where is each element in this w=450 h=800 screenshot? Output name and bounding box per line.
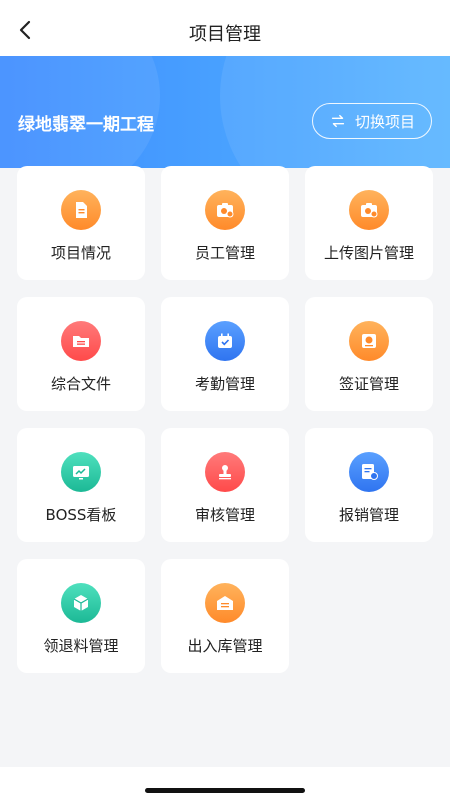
menu-item-visa[interactable]: 签证管理 bbox=[305, 297, 433, 411]
invoice-icon bbox=[349, 452, 389, 492]
seal-icon bbox=[349, 321, 389, 361]
dashboard-icon bbox=[61, 452, 101, 492]
camera-icon bbox=[349, 190, 389, 230]
project-name: 绿地翡翠一期工程 bbox=[18, 115, 154, 135]
menu-item-label: 上传图片管理 bbox=[323, 244, 414, 262]
menu-item-warehouse[interactable]: 出入库管理 bbox=[161, 559, 289, 673]
camera-icon bbox=[205, 190, 245, 230]
menu-item-label: 员工管理 bbox=[194, 244, 255, 262]
warehouse-icon bbox=[205, 583, 245, 623]
swap-icon bbox=[331, 114, 345, 128]
home-indicator[interactable] bbox=[145, 788, 305, 793]
bottom-area bbox=[0, 767, 450, 800]
top-bar: 项目管理 bbox=[0, 0, 450, 56]
menu-item-label: 综合文件 bbox=[50, 375, 111, 393]
stamp-icon bbox=[205, 452, 245, 492]
menu-item-attendance[interactable]: 考勤管理 bbox=[161, 297, 289, 411]
box-icon bbox=[61, 583, 101, 623]
menu-item-general-files[interactable]: 综合文件 bbox=[17, 297, 145, 411]
switch-project-label: 切换项目 bbox=[354, 112, 415, 131]
menu-item-label: BOSS看板 bbox=[45, 506, 117, 524]
menu-item-label: 领退料管理 bbox=[43, 637, 119, 655]
menu-item-staff[interactable]: 员工管理 bbox=[161, 166, 289, 280]
menu-item-project-status[interactable]: 项目情况 bbox=[17, 166, 145, 280]
menu-item-label: 项目情况 bbox=[50, 244, 111, 262]
project-banner: 绿地翡翠一期工程 切换项目 bbox=[0, 56, 450, 168]
menu-item-label: 报销管理 bbox=[338, 506, 399, 524]
document-icon bbox=[61, 190, 101, 230]
menu-item-review[interactable]: 审核管理 bbox=[161, 428, 289, 542]
menu-item-label: 签证管理 bbox=[338, 375, 399, 393]
switch-project-button[interactable]: 切换项目 bbox=[312, 103, 432, 139]
menu-item-label: 考勤管理 bbox=[194, 375, 255, 393]
menu-item-label: 出入库管理 bbox=[187, 637, 263, 655]
menu-item-boss-dashboard[interactable]: BOSS看板 bbox=[17, 428, 145, 542]
menu-item-reimbursement[interactable]: 报销管理 bbox=[305, 428, 433, 542]
menu-item-material[interactable]: 领退料管理 bbox=[17, 559, 145, 673]
folder-icon bbox=[61, 321, 101, 361]
menu-item-label: 审核管理 bbox=[194, 506, 255, 524]
page-title: 项目管理 bbox=[189, 24, 261, 45]
calendar-check-icon bbox=[205, 321, 245, 361]
menu-item-upload-photos[interactable]: 上传图片管理 bbox=[305, 166, 433, 280]
